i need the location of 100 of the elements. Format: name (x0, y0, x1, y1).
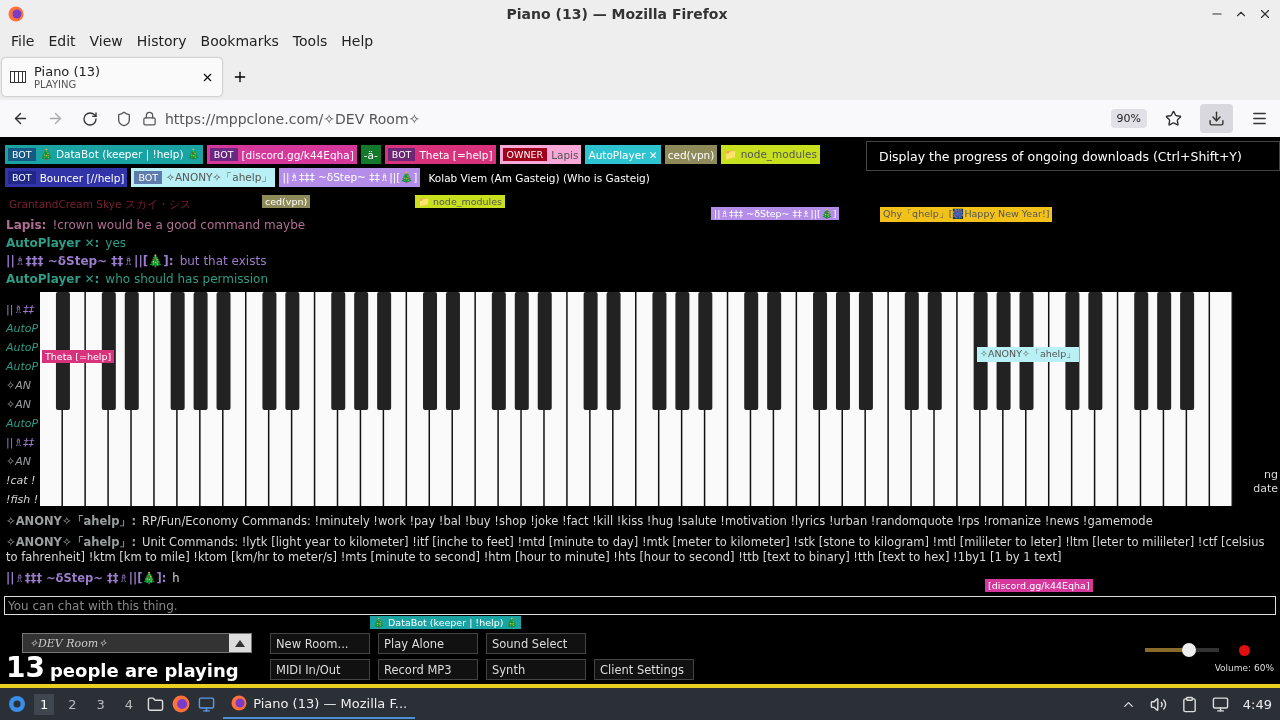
user-badge: BOT (8, 171, 36, 184)
chat-message: AutoPlayer ✕: who should has permission (6, 272, 269, 286)
chat-fragment: AutoP (6, 340, 40, 356)
player-count: 13 (6, 653, 45, 683)
chat-fragment: !cat ! (6, 473, 37, 489)
taskbar-window-button[interactable]: Piano (13) — Mozilla F... (223, 689, 416, 719)
menu-item[interactable]: Edit (41, 33, 83, 49)
cursor-name-label: 🎄 DataBot (keeper | !help) 🎄 (370, 616, 522, 629)
chat-fragment: ✧AN (6, 378, 32, 394)
user-badge: BOT (387, 148, 416, 161)
clipboard-icon[interactable] (1180, 695, 1198, 713)
reload-icon[interactable] (82, 110, 98, 127)
workspace-button[interactable]: 1 (34, 693, 55, 715)
menu-item[interactable]: Tools (285, 33, 335, 49)
piano-icon (10, 71, 26, 83)
desktop-icon[interactable] (198, 695, 216, 713)
menu-button[interactable]: Client Settings (594, 659, 694, 680)
triangle-up-icon (235, 639, 245, 647)
download-icon (1208, 110, 1225, 127)
cursor-name-label: Theta [=help] (42, 350, 115, 363)
menu-icon[interactable] (1251, 110, 1268, 127)
user-tag[interactable]: BOT ✧ANONY✧「ahelp」 (131, 168, 276, 187)
clock: 4:49 (1242, 696, 1272, 712)
player-count-label: people are playing (49, 660, 239, 682)
status-dot (1239, 644, 1250, 656)
new-tab-icon[interactable] (232, 69, 248, 85)
chat-message: ✧ANONY✧「ahelp」: RP/Fun/Economy Commands: !minutely !work !pay !bal !buy !shop !joke !fact !kill !kiss !hug !salute !motivation !lyrics !urban !randomquote !rps !romanize !news !gamemode (6, 514, 1153, 529)
chat-fragment: ||♗‡‡ (6, 302, 36, 318)
user-tag[interactable]: ced(vpn) (664, 145, 718, 164)
shield-icon[interactable] (116, 110, 132, 127)
speaker-icon[interactable] (1149, 695, 1167, 713)
chat-input[interactable]: You can chat with this thing. (4, 596, 1276, 615)
cursor-name-label: [discord.gg/k44Eqha] (985, 579, 1093, 592)
close-icon[interactable] (1258, 7, 1272, 21)
user-tag[interactable]: BOT [discord.gg/k44Eqha] (206, 145, 357, 164)
chat-fragment: ||♗‡‡ (6, 435, 36, 451)
chat-fragment: AutoP (6, 321, 40, 337)
menu-item[interactable]: History (129, 33, 194, 49)
chat-fragment: date (1253, 482, 1278, 496)
user-badge: OWNER (502, 148, 548, 161)
chat-fragment: AutoP (6, 416, 40, 432)
chat-fragment: AutoP (6, 359, 40, 375)
menu-item[interactable]: View (82, 33, 130, 49)
menu-button[interactable]: New Room... (270, 633, 370, 654)
chat-fragment: ✧AN (6, 454, 32, 470)
volume-label: Volume: 60% (1214, 663, 1274, 673)
menu-button[interactable]: Synth (486, 659, 586, 680)
user-tag[interactable]: 📁 node_modules (721, 145, 820, 164)
chat-message: AutoPlayer ✕: yes (6, 236, 127, 250)
menu-item[interactable]: Bookmarks (193, 33, 286, 49)
menu-button[interactable]: Record MP3 (378, 659, 478, 680)
user-name: [discord.gg/k44Eqha] (241, 148, 354, 161)
browser-tab[interactable]: Piano (13) PLAYING (2, 58, 222, 96)
chat-message: ||♗‡‡‡ ~δStep~ ‡‡♗||[🎄]: h (6, 571, 180, 586)
user-tag[interactable]: BOT 🎄 DataBot (keeper | !help) 🎄 (5, 145, 203, 164)
user-name: 🎄 DataBot (keeper | !help) 🎄 (39, 148, 200, 161)
workspace-button[interactable]: 2 (62, 693, 83, 715)
chat-fragment: ✧AN (6, 397, 32, 413)
volume-knob[interactable] (1182, 643, 1197, 657)
star-icon[interactable] (1165, 110, 1182, 127)
workspace-button[interactable]: 3 (90, 693, 111, 715)
user-tag[interactable]: OWNER Lapis (499, 145, 582, 164)
chat-message: ||♗‡‡‡ ~δStep~ ‡‡♗||[🎄]: but that exists (6, 254, 267, 268)
chat-fragment: ng (1264, 468, 1278, 482)
user-tag[interactable]: -ä- (360, 145, 381, 164)
chat-message: ✧ANONY✧「ahelp」: Unit Commands: !lytk [light year to kilometer] !itf [inche to feet] !mtd [minute to day] !mtk [meter to kilometer] !stk [stone to kilogram] !mtl [milileter to leter] !ltm [leter to milileter] !ctf [celsius to fahrenheit] !ktm [km to mile] !ktom [km/hr to meter/s] !mts [minute to second] !htm [hour to minute] !hts [hour to second] !ttb [text to binary] !tth [text to hex] !1by1 [1 by 1 text] (6, 535, 1266, 565)
chat-message: Lapis: !crown would be a good command maybe (6, 218, 306, 232)
cursor-name-label: ced(vpn) (262, 195, 311, 208)
menu-button[interactable]: Sound Select (486, 633, 586, 654)
user-badge: BOT (8, 148, 36, 161)
menu-item[interactable]: File (4, 33, 42, 49)
zoom-level[interactable]: 90% (1110, 109, 1147, 128)
download-button[interactable] (1200, 104, 1233, 133)
tab-status: PLAYING (34, 79, 78, 90)
url-text[interactable]: https://mppclone.com/✧DEV Room✧ (165, 110, 421, 127)
user-name: Bouncer [//help] (39, 171, 125, 184)
room-select[interactable]: ✧DEV Room✧ (22, 633, 252, 653)
menu-item[interactable]: Help (334, 33, 381, 49)
user-name[interactable]: Kolab Viem (Am Gasteig) (Who is Gasteig) (424, 168, 654, 187)
chat-fragment: !fish ! (6, 492, 40, 506)
cursor-name-label: ✧ANONY✧「ahelp」 (977, 347, 1080, 362)
user-badge: BOT (209, 148, 238, 161)
window-title: Piano (13) — Mozilla Firefox (505, 6, 729, 22)
lock-icon[interactable] (142, 111, 157, 126)
folder-icon[interactable] (147, 695, 165, 713)
tab-title: Piano (13) (34, 64, 102, 79)
cursor-name-label: 📁 node_modules (415, 195, 506, 208)
menu-button[interactable]: MIDI In/Out (270, 659, 370, 680)
start-menu-icon[interactable] (8, 695, 26, 713)
user-tag[interactable]: BOT Bouncer [//help] (5, 168, 128, 187)
back-icon[interactable] (12, 110, 29, 127)
menu-button[interactable]: Play Alone (378, 633, 478, 654)
cursor-name-label: ||♗‡‡‡ ~δStep~ ‡‡♗||[🎄] (711, 207, 840, 220)
user-name: ✧ANONY✧「ahelp」 (166, 170, 273, 185)
workspace-button[interactable]: 4 (118, 693, 140, 715)
user-name: Lapis (551, 148, 579, 161)
piano-keyboard-drawing[interactable] (40, 292, 1233, 506)
user-tag[interactable]: BOT Theta [=help] (384, 145, 496, 164)
tooltip: Display the progress of ongoing downloads (Ctrl+Shift+Y) (866, 141, 1280, 171)
user-name: Theta [=help] (419, 148, 493, 161)
